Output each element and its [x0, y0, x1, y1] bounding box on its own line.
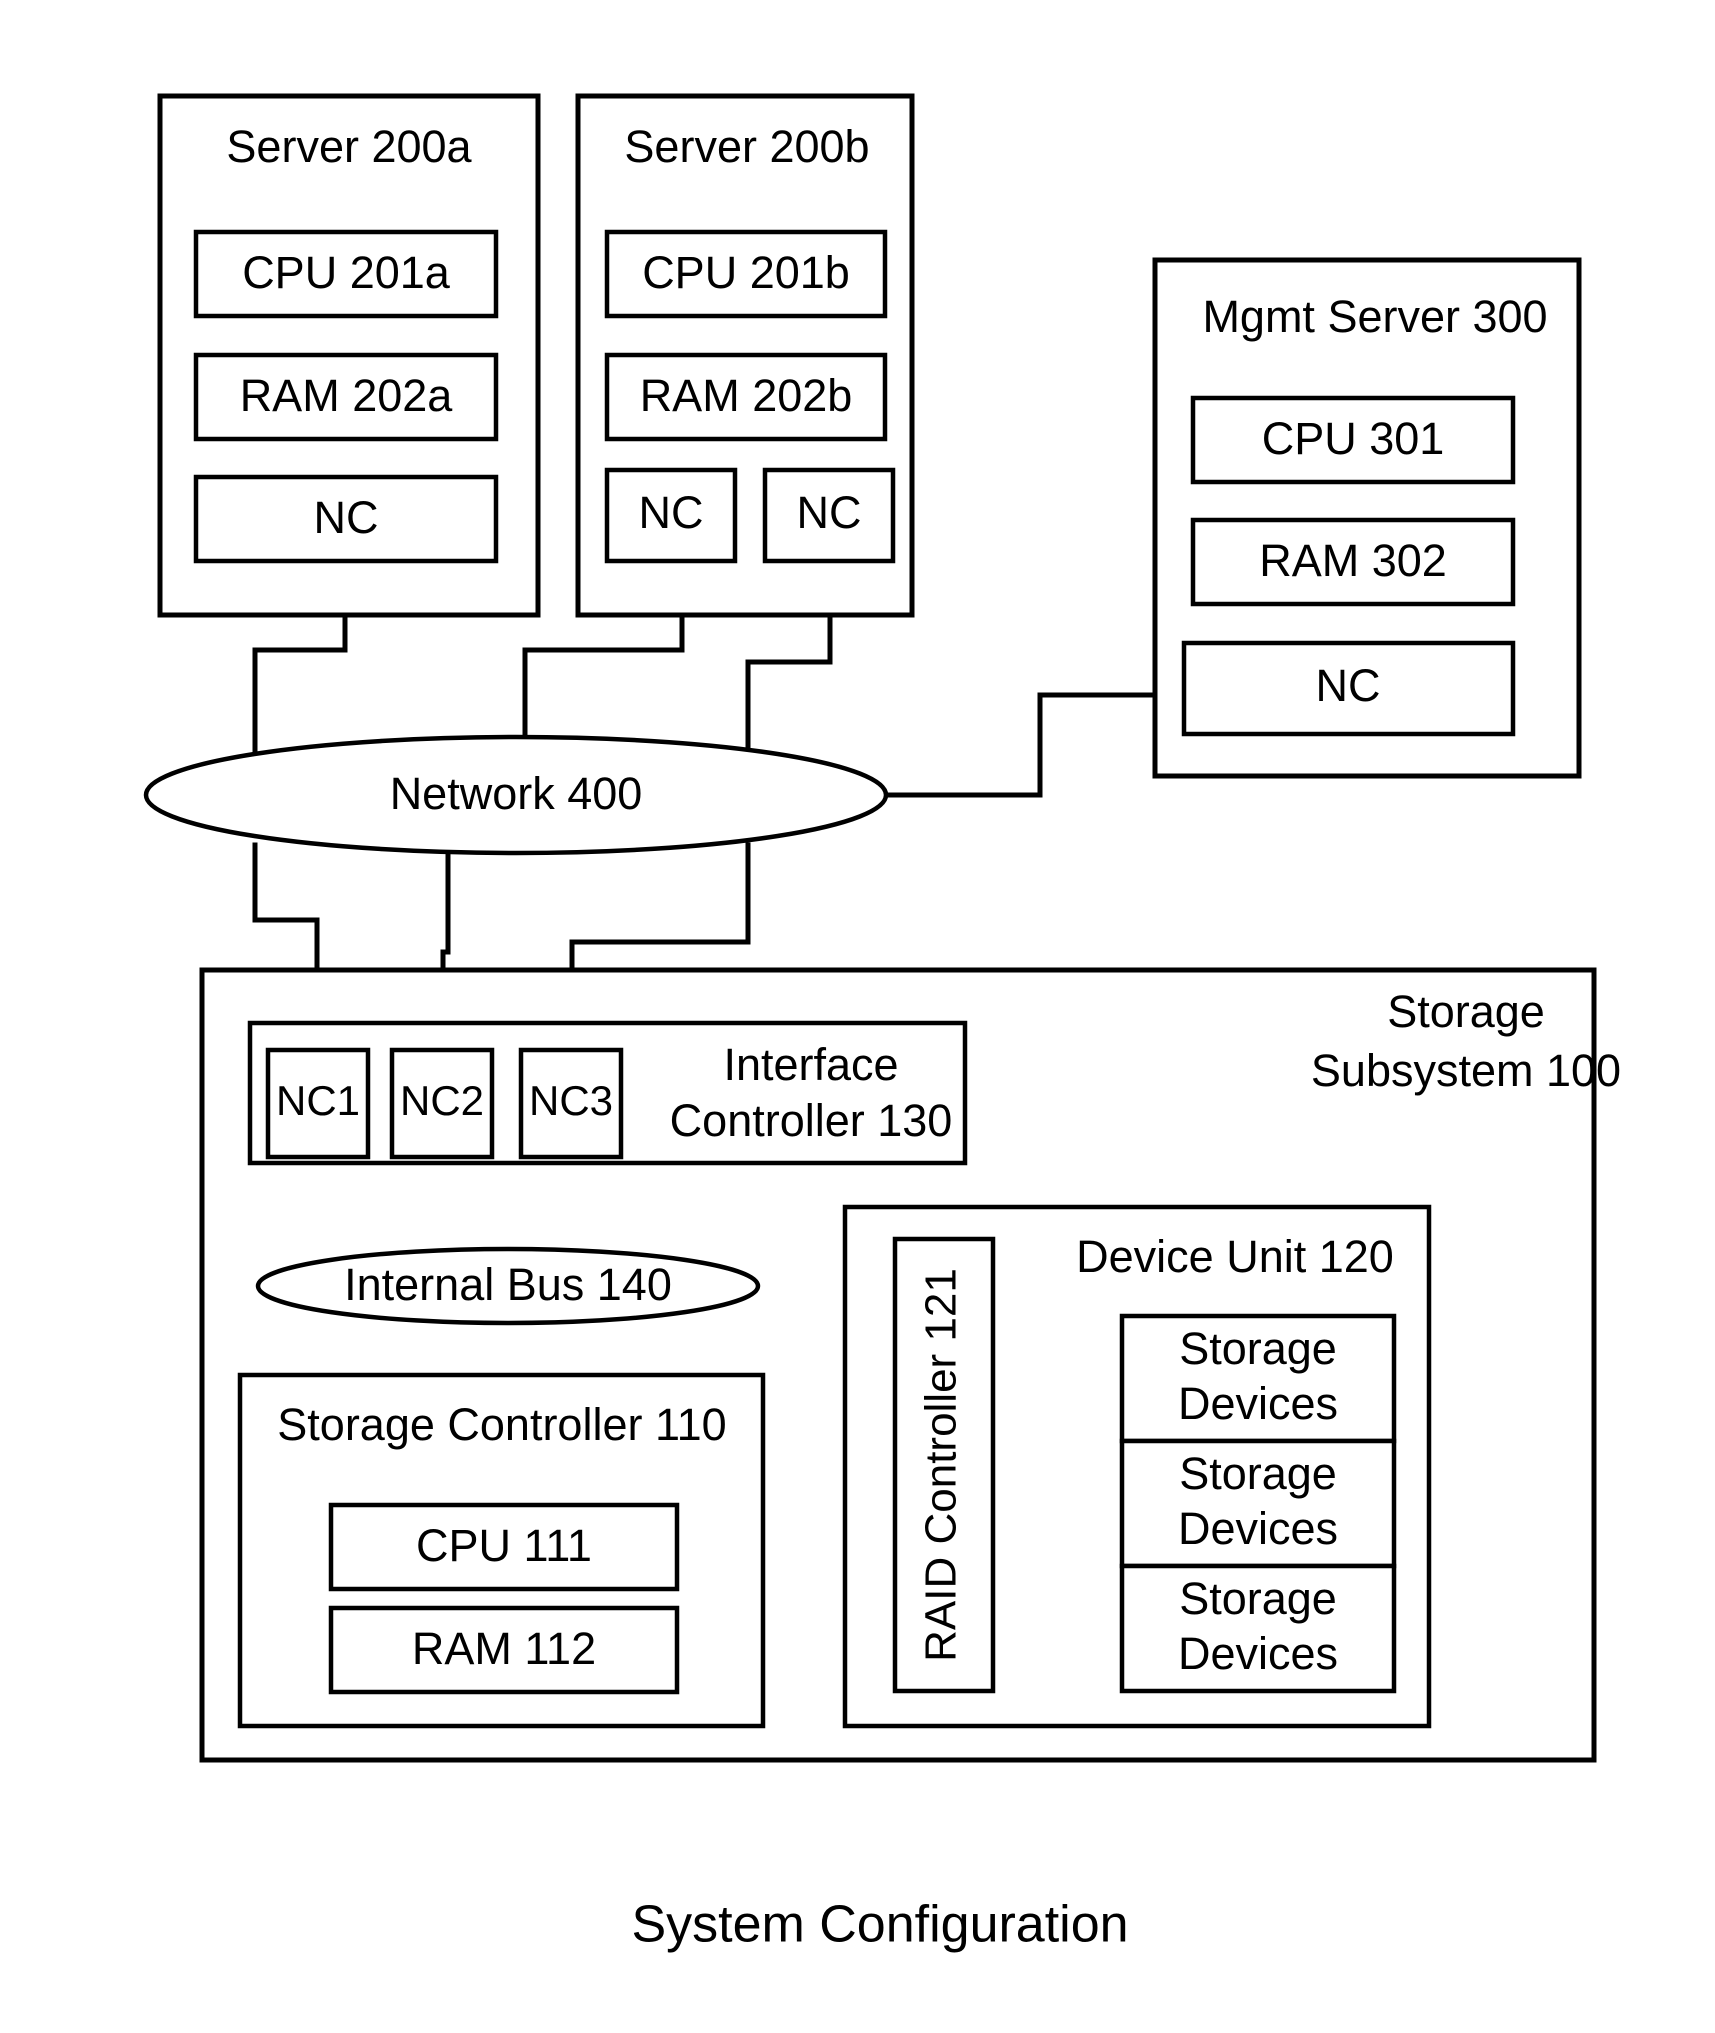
storage-subsystem-100-title-line1: Storage — [1387, 986, 1545, 1037]
server-200b-nic-1-label: NC — [797, 487, 862, 538]
storage-device-0[interactable]: Storage Devices — [1119, 1313, 1397, 1444]
interface-controller-nic-2[interactable]: NC3 — [518, 1047, 624, 1160]
storage-device-2-line2: Devices — [1178, 1628, 1338, 1679]
storage-subsystem-100[interactable]: Storage Subsystem 100 Interface Controll… — [199, 967, 1621, 1763]
wire-mgmt-nc-to-network — [883, 692, 1187, 798]
server-200b-title: Server 200b — [624, 121, 869, 172]
server-200a-ram[interactable]: RAM 202a — [193, 352, 499, 442]
server-200a-cpu[interactable]: CPU 201a — [193, 229, 499, 319]
interface-controller-130-title-line1: Interface — [723, 1039, 898, 1090]
mgmt-server-cpu-label: CPU 301 — [1262, 413, 1445, 464]
server-200b-cpu-label: CPU 201b — [642, 247, 850, 298]
mgmt-server-cpu[interactable]: CPU 301 — [1190, 395, 1516, 485]
network-400-label: Network 400 — [390, 768, 643, 819]
server-200b-cpu[interactable]: CPU 201b — [604, 229, 888, 319]
storage-device-1-line2: Devices — [1178, 1503, 1338, 1554]
mgmt-server-ram-label: RAM 302 — [1259, 535, 1447, 586]
storage-device-1[interactable]: Storage Devices — [1119, 1438, 1397, 1569]
server-200b-nic-0[interactable]: NC — [604, 467, 738, 564]
interface-controller-nic-0-label: NC1 — [276, 1077, 360, 1124]
system-configuration-diagram: Server 200a CPU 201a RAM 202a NC Server … — [0, 0, 1715, 2033]
interface-controller-130-title-line2: Controller 130 — [670, 1095, 953, 1146]
interface-controller-130[interactable]: Interface Controller 130 NC1 NC2 NC3 — [247, 1020, 968, 1166]
storage-controller-cpu[interactable]: CPU 111 — [328, 1502, 680, 1592]
interface-controller-nic-2-label: NC3 — [529, 1077, 613, 1124]
server-200a-nic-0-label: NC — [314, 492, 379, 543]
raid-controller-121-label: RAID Controller 121 — [917, 1268, 966, 1662]
server-200b-ram-label: RAM 202b — [640, 370, 853, 421]
device-unit-120[interactable]: Device Unit 120 RAID Controller 121 Stor… — [842, 1204, 1432, 1729]
server-200b[interactable]: Server 200b CPU 201b RAM 202b NC NC — [575, 93, 915, 618]
diagram-caption: System Configuration — [631, 1896, 1128, 1954]
storage-device-2-line1: Storage — [1179, 1573, 1337, 1624]
storage-controller-ram-label: RAM 112 — [412, 1623, 596, 1674]
server-200b-nic-1[interactable]: NC — [762, 467, 896, 564]
server-200a-ram-label: RAM 202a — [240, 370, 454, 421]
internal-bus-140-label: Internal Bus 140 — [344, 1259, 672, 1310]
device-unit-120-title: Device Unit 120 — [1076, 1231, 1394, 1282]
mgmt-server-300[interactable]: Mgmt Server 300 CPU 301 RAM 302 NC — [1152, 257, 1582, 779]
server-200a-nic-0[interactable]: NC — [193, 474, 499, 564]
storage-device-0-line1: Storage — [1179, 1323, 1337, 1374]
internal-bus-140[interactable]: Internal Bus 140 — [255, 1246, 761, 1326]
mgmt-server-nic-label: NC — [1316, 660, 1381, 711]
server-200a[interactable]: Server 200a CPU 201a RAM 202a NC — [157, 93, 541, 618]
server-200b-nic-0-label: NC — [639, 487, 704, 538]
storage-device-1-line1: Storage — [1179, 1448, 1337, 1499]
storage-device-2[interactable]: Storage Devices — [1119, 1563, 1397, 1694]
network-400[interactable]: Network 400 — [143, 734, 889, 856]
interface-controller-nic-1-label: NC2 — [400, 1077, 484, 1124]
interface-controller-nic-1[interactable]: NC2 — [389, 1047, 495, 1160]
storage-controller-cpu-label: CPU 111 — [416, 1520, 592, 1571]
server-200a-cpu-label: CPU 201a — [242, 247, 451, 298]
raid-controller-121[interactable]: RAID Controller 121 — [892, 1236, 996, 1694]
interface-controller-nic-0[interactable]: NC1 — [265, 1047, 371, 1160]
storage-subsystem-100-title-line2: Subsystem 100 — [1311, 1045, 1621, 1096]
storage-controller-110[interactable]: Storage Controller 110 CPU 111 RAM 112 — [237, 1372, 766, 1729]
storage-controller-ram[interactable]: RAM 112 — [328, 1605, 680, 1695]
mgmt-server-nic[interactable]: NC — [1181, 640, 1516, 737]
mgmt-server-300-title: Mgmt Server 300 — [1202, 291, 1547, 342]
server-200b-ram[interactable]: RAM 202b — [604, 352, 888, 442]
storage-controller-110-title: Storage Controller 110 — [277, 1399, 726, 1450]
diagram-canvas: Server 200a CPU 201a RAM 202a NC Server … — [143, 93, 1621, 1954]
mgmt-server-ram[interactable]: RAM 302 — [1190, 517, 1516, 607]
storage-device-0-line2: Devices — [1178, 1378, 1338, 1429]
server-200a-title: Server 200a — [226, 121, 472, 172]
